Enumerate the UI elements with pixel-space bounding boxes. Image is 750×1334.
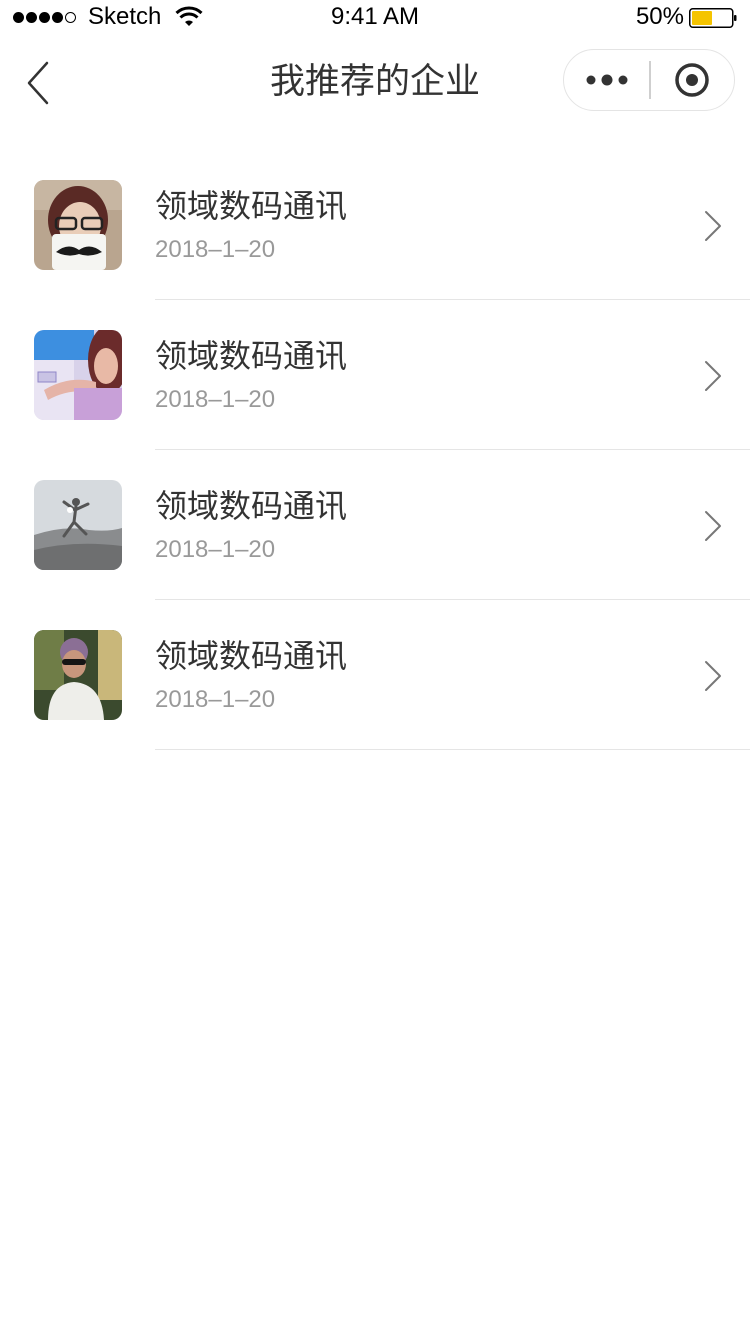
close-mini-program-button[interactable] — [650, 50, 734, 109]
enterprise-date: 2018–1–20 — [155, 236, 276, 263]
list-item[interactable]: 领域数码通讯 2018–1–20 — [0, 300, 750, 450]
avatar — [34, 330, 122, 420]
list-divider — [155, 749, 750, 750]
battery-icon — [689, 8, 737, 28]
nav-bar: 我推荐的企业 — [0, 40, 750, 128]
battery-percentage: 50% — [635, 3, 684, 30]
enterprise-date: 2018–1–20 — [155, 536, 276, 563]
mini-program-capsule — [563, 49, 735, 111]
chevron-right-icon — [705, 511, 721, 541]
more-button[interactable] — [564, 50, 650, 109]
enterprise-name: 领域数码通讯 — [155, 337, 348, 375]
target-close-icon — [675, 62, 709, 97]
enterprise-date: 2018–1–20 — [155, 686, 276, 713]
more-dots-icon — [586, 74, 628, 85]
enterprise-name: 领域数码通讯 — [155, 187, 348, 225]
chevron-right-icon — [705, 361, 721, 391]
enterprise-list: 领域数码通讯 2018–1–20 领域数码通讯 2018–1–20 领域数码通讯… — [0, 150, 750, 750]
list-item[interactable]: 领域数码通讯 2018–1–20 — [0, 450, 750, 600]
avatar — [34, 480, 122, 570]
status-bar: Sketch 9:41 AM 50% — [0, 0, 750, 40]
chevron-right-icon — [705, 211, 721, 241]
chevron-right-icon — [705, 661, 721, 691]
avatar — [34, 180, 122, 270]
list-item[interactable]: 领域数码通讯 2018–1–20 — [0, 600, 750, 750]
avatar — [34, 630, 122, 720]
enterprise-date: 2018–1–20 — [155, 386, 276, 413]
enterprise-name: 领域数码通讯 — [155, 637, 348, 675]
enterprise-name: 领域数码通讯 — [155, 487, 348, 525]
list-item[interactable]: 领域数码通讯 2018–1–20 — [0, 150, 750, 300]
